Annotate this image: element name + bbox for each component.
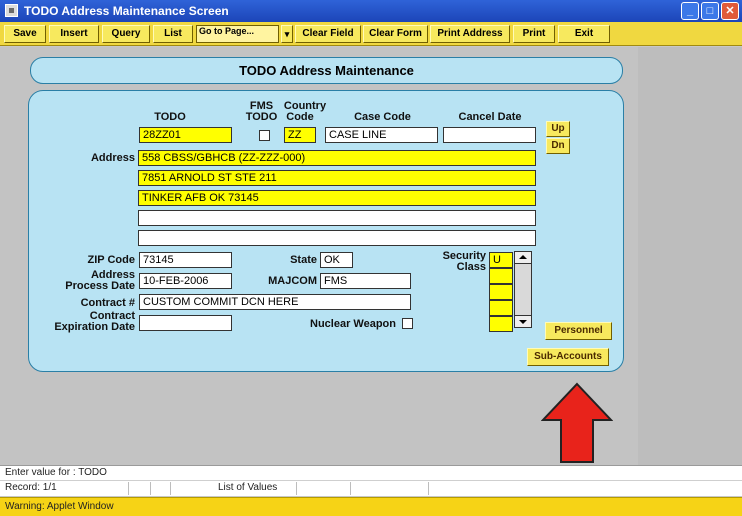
security-class-scrollbar[interactable] (514, 251, 532, 328)
cancel-date-field[interactable] (443, 127, 536, 143)
zip-code-field[interactable]: 73145 (139, 252, 232, 268)
app-window-icon (5, 4, 18, 17)
security-class-field-2[interactable] (489, 268, 513, 284)
country-code-field[interactable]: ZZ (284, 127, 316, 143)
exit-button[interactable]: Exit (558, 25, 610, 43)
contract-number-field[interactable]: CUSTOM COMMIT DCN HERE (139, 294, 411, 310)
cancel-date-label: Cancel Date (458, 111, 522, 123)
save-button[interactable]: Save (4, 25, 46, 43)
up-button[interactable]: Up (546, 121, 570, 137)
case-code-field[interactable]: CASE LINE (325, 127, 438, 143)
security-class-field-3[interactable] (489, 284, 513, 300)
contract-expiration-label-line2: Expiration Date (54, 321, 135, 333)
address-line-1-field[interactable]: 558 CBSS/GBHCB (ZZ-ZZZ-000) (138, 150, 536, 166)
fms-todo-checkbox[interactable] (259, 130, 270, 141)
country-code-label-line2: Code (286, 111, 314, 123)
sub-accounts-button[interactable]: Sub-Accounts (527, 348, 609, 366)
list-button[interactable]: List (153, 25, 193, 43)
security-class-field-4[interactable] (489, 300, 513, 316)
address-process-date-label-line2: Process Date (65, 280, 135, 292)
status-divider (428, 482, 429, 495)
status-bar: Enter value for : TODO Record: 1/1 List … (0, 465, 742, 496)
address-line-3-field[interactable]: TINKER AFB OK 73145 (138, 190, 536, 206)
print-address-button[interactable]: Print Address (430, 25, 510, 43)
majcom-field[interactable]: FMS (320, 273, 411, 289)
record-count: Record: 1/1 (5, 482, 57, 493)
security-class-field-5[interactable] (489, 316, 513, 332)
minimize-button[interactable]: _ (681, 2, 699, 20)
majcom-label: MAJCOM (268, 275, 317, 287)
chevron-down-icon[interactable]: ▾ (281, 25, 293, 43)
clear-field-button[interactable]: Clear Field (295, 25, 361, 43)
toolbar: Save Insert Query List Go to Page... ▾ C… (0, 22, 742, 46)
applet-warning: Warning: Applet Window (0, 497, 742, 516)
address-line-2-field[interactable]: 7851 ARNOLD ST STE 211 (138, 170, 536, 186)
status-info-row: Record: 1/1 List of Values (0, 481, 742, 496)
contract-number-label: Contract # (80, 297, 135, 309)
personnel-button[interactable]: Personnel (545, 322, 612, 340)
address-label: Address (90, 152, 135, 164)
zip-code-label: ZIP Code (87, 254, 135, 266)
contract-expiration-date-field[interactable] (139, 315, 232, 331)
status-divider (150, 482, 151, 495)
workspace-margin (638, 47, 742, 465)
status-divider (128, 482, 129, 495)
title-bar: TODO Address Maintenance Screen _ □ ✕ (0, 0, 742, 22)
security-class-label-line2: Class (456, 261, 486, 273)
insert-button[interactable]: Insert (49, 25, 99, 43)
down-button[interactable]: Dn (546, 138, 570, 154)
go-to-page-dropdown[interactable]: Go to Page... (196, 25, 279, 43)
state-label: State (290, 254, 317, 266)
security-class-field-1[interactable]: U (489, 252, 513, 268)
scroll-up-icon[interactable] (515, 252, 531, 264)
nuclear-weapon-checkbox[interactable] (402, 318, 413, 329)
fms-todo-label-line2: TODO (245, 111, 278, 123)
window-title: TODO Address Maintenance Screen (24, 4, 229, 18)
nuclear-weapon-label: Nuclear Weapon (310, 318, 396, 330)
scroll-down-icon[interactable] (515, 315, 531, 327)
status-message-row: Enter value for : TODO (0, 466, 742, 481)
state-field[interactable]: OK (320, 252, 353, 268)
address-process-date-field[interactable]: 10-FEB-2006 (139, 273, 232, 289)
status-message: Enter value for : TODO (5, 467, 107, 478)
status-divider (296, 482, 297, 495)
maximize-button[interactable]: □ (701, 2, 719, 20)
address-line-4-field[interactable] (138, 210, 536, 226)
address-line-5-field[interactable] (138, 230, 536, 246)
red-up-arrow-icon (541, 382, 613, 463)
close-button[interactable]: ✕ (721, 2, 739, 20)
todo-label: TODO (154, 111, 186, 123)
status-divider (170, 482, 171, 495)
list-of-values-indicator: List of Values (218, 482, 278, 493)
case-code-label: Case Code (354, 111, 411, 123)
status-divider (350, 482, 351, 495)
todo-field[interactable]: 28ZZ01 (139, 127, 232, 143)
form-header: TODO Address Maintenance (30, 57, 623, 84)
print-button[interactable]: Print (513, 25, 555, 43)
clear-form-button[interactable]: Clear Form (363, 25, 428, 43)
query-button[interactable]: Query (102, 25, 150, 43)
